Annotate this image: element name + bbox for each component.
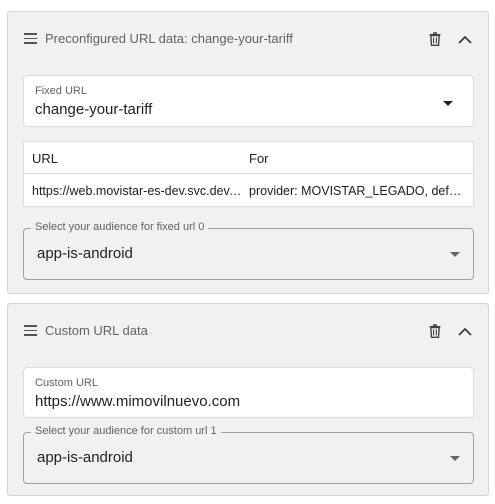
custom-url-audience-select[interactable]: Select your audience for custom url 1 ap… <box>23 425 474 484</box>
table-row[interactable]: https://web.movistar-es-dev.svc.dev.… pr… <box>24 174 473 207</box>
panel-header: Custom URL data <box>8 304 488 356</box>
audience-label: Select your audience for custom url 1 <box>31 425 221 437</box>
table-header: URL For <box>24 142 473 174</box>
preconfigured-url-panel: Preconfigured URL data: change-your-tari… <box>7 11 489 294</box>
cell-url: https://web.movistar-es-dev.svc.dev.… <box>32 184 244 198</box>
chevron-up-icon <box>458 327 472 336</box>
trash-icon <box>429 324 441 338</box>
caret-down-icon <box>443 101 453 106</box>
chevron-up-icon <box>458 35 472 44</box>
custom-url-value: https://www.mimovilnuevo.com <box>35 393 241 410</box>
custom-url-panel: Custom URL data Custom URL https://www.m… <box>7 303 489 496</box>
fixed-url-audience-select[interactable]: Select your audience for fixed url 0 app… <box>23 221 474 280</box>
caret-down-icon <box>450 252 460 257</box>
panel-title: Custom URL data <box>45 323 148 338</box>
audience-label: Select your audience for fixed url 0 <box>31 221 209 233</box>
cell-for: provider: MOVISTAR_LEGADO, def… <box>249 184 462 198</box>
fixed-url-select[interactable]: Fixed URL change-your-tariff <box>23 75 474 127</box>
collapse-button[interactable] <box>454 28 476 50</box>
panel-header: Preconfigured URL data: change-your-tari… <box>8 12 488 64</box>
drag-handle-icon[interactable] <box>24 33 37 44</box>
delete-button[interactable] <box>424 320 446 342</box>
custom-url-label: Custom URL <box>35 377 98 389</box>
column-header-for: For <box>249 151 269 166</box>
fixed-url-label: Fixed URL <box>35 85 87 97</box>
trash-icon <box>429 32 441 46</box>
delete-button[interactable] <box>424 28 446 50</box>
fixed-url-value: change-your-tariff <box>35 101 153 118</box>
drag-handle-icon[interactable] <box>24 325 37 336</box>
collapse-button[interactable] <box>454 320 476 342</box>
custom-url-input[interactable]: Custom URL https://www.mimovilnuevo.com <box>23 367 474 418</box>
column-header-url: URL <box>32 151 59 166</box>
panel-title: Preconfigured URL data: change-your-tari… <box>45 31 293 46</box>
audience-value: app-is-android <box>37 449 133 466</box>
url-table: URL For https://web.movistar-es-dev.svc.… <box>23 141 474 207</box>
caret-down-icon <box>450 456 460 461</box>
audience-value: app-is-android <box>37 245 133 262</box>
